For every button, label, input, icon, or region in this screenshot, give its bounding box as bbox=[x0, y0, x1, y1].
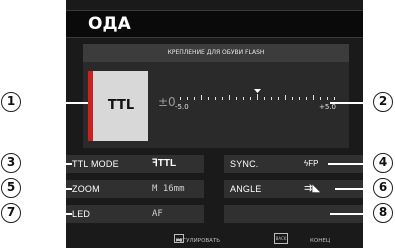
exposure-scale[interactable]: -5.0 +5.0 bbox=[175, 89, 337, 119]
flash-mode-value: TTL bbox=[107, 98, 135, 113]
callout-2: 2 bbox=[373, 92, 393, 112]
page-title: ОДА bbox=[88, 14, 131, 34]
footer-bar: РЕГУЛИРОВАТЬ BACK КОНЕЦ bbox=[66, 232, 363, 248]
flash-panel: КРЕПЛЕНИЕ ДЛЯ ОБУВИ FLASH TTL ±0 -5.0 +5… bbox=[83, 44, 349, 148]
led-value: AF bbox=[152, 209, 163, 219]
panel-subheader: КРЕПЛЕНИЕ ДЛЯ ОБУВИ FLASH bbox=[83, 44, 349, 62]
scale-min-label: -5.0 bbox=[175, 103, 189, 111]
angle-value: ⇉◣ bbox=[304, 183, 321, 194]
selection-indicator bbox=[88, 71, 93, 141]
callout-line-3 bbox=[20, 163, 72, 165]
ttl-mode-row[interactable]: TTL MODE ꟻTTL bbox=[66, 155, 204, 173]
ev-value: ±0 bbox=[158, 95, 176, 109]
ttl-mode-value: ꟻTTL bbox=[152, 158, 177, 169]
callout-line-6 bbox=[335, 188, 375, 190]
camera-screen: ОДА КРЕПЛЕНИЕ ДЛЯ ОБУВИ FLASH TTL ±0 -5.… bbox=[66, 0, 363, 248]
callout-line-7 bbox=[20, 213, 72, 215]
callout-line-4 bbox=[328, 163, 375, 165]
adjust-label: РЕГУЛИРОВАТЬ bbox=[176, 238, 221, 244]
zoom-label: ZOOM bbox=[72, 184, 100, 194]
callout-5: 5 bbox=[1, 178, 21, 198]
callout-6: 6 bbox=[373, 178, 393, 198]
title-bar: ОДА bbox=[66, 10, 363, 38]
exposure-scale-ticks bbox=[180, 89, 335, 100]
zoom-row[interactable]: ZOOM M 16mm bbox=[66, 180, 204, 198]
callout-line-5 bbox=[20, 188, 72, 190]
end-label: КОНЕЦ bbox=[310, 238, 331, 244]
callout-1: 1 bbox=[1, 92, 21, 112]
callout-8: 8 bbox=[373, 203, 393, 223]
zoom-value: M 16mm bbox=[152, 184, 185, 194]
sync-label: SYNC. bbox=[230, 159, 259, 169]
led-row[interactable]: LED AF bbox=[66, 205, 204, 223]
angle-label: ANGLE bbox=[230, 184, 262, 194]
callout-4: 4 bbox=[373, 153, 393, 173]
callout-3: 3 bbox=[1, 153, 21, 173]
scale-max-label: +5.0 bbox=[319, 103, 336, 111]
callout-7: 7 bbox=[1, 203, 21, 223]
led-label: LED bbox=[72, 209, 91, 219]
callout-line-1 bbox=[20, 102, 88, 104]
callout-line-2 bbox=[330, 102, 375, 104]
back-key-icon: BACK bbox=[274, 233, 288, 244]
ttl-mode-label: TTL MODE bbox=[72, 159, 119, 169]
sync-value: ϟFP bbox=[304, 159, 319, 168]
callout-line-8 bbox=[330, 213, 375, 215]
ev-pointer-icon bbox=[254, 89, 261, 93]
flash-mode-box[interactable]: TTL bbox=[88, 71, 148, 141]
